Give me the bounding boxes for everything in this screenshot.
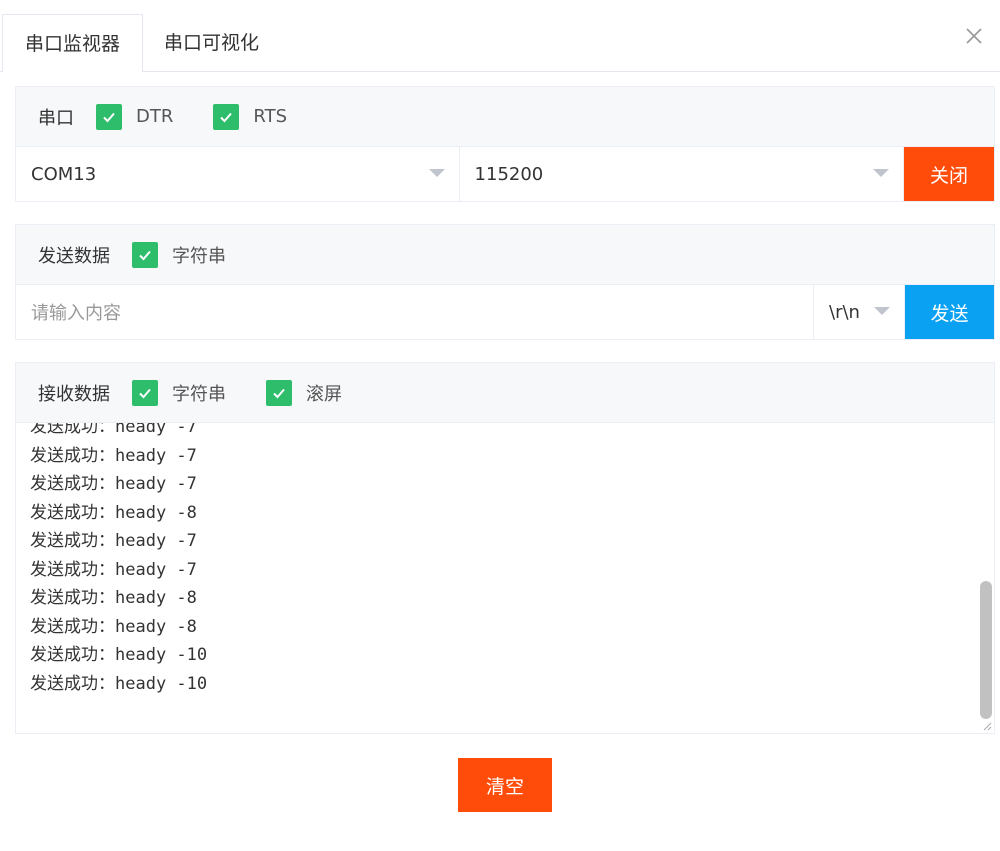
log-line-prefix: 发送成功： — [30, 423, 115, 437]
send-data-header: 发送数据 字符串 — [16, 225, 994, 285]
log-line: 发送成功：heady -7 — [30, 423, 207, 442]
log-line-prefix: 发送成功： — [30, 645, 115, 665]
tab-bar: 串口监视器 串口可视化 — [0, 0, 1000, 73]
check-icon — [266, 379, 292, 406]
log-line-prefix: 发送成功： — [30, 474, 115, 494]
dtr-checkbox[interactable]: DTR — [96, 103, 174, 130]
check-icon — [132, 241, 158, 268]
baud-rate-value: 115200 — [474, 163, 544, 185]
log-line-text: heady -8 — [115, 502, 197, 523]
auto-scroll-label: 滚屏 — [306, 383, 342, 405]
log-line-text: heady -10 — [115, 645, 208, 665]
log-line: 发送成功：heady -7 — [30, 442, 207, 471]
log-line: 发送成功：heady -10 — [30, 641, 207, 670]
log-line-text: heady -7 — [115, 474, 197, 494]
log-line-text: heady -10 — [115, 673, 208, 694]
receive-data-title: 接收数据 — [38, 383, 110, 405]
rts-label: RTS — [253, 106, 287, 127]
resize-handle-icon[interactable] — [982, 721, 992, 731]
log-line: 发送成功：heady -8 — [30, 584, 207, 613]
check-icon — [96, 103, 122, 130]
receive-log-content: 发送成功：heady -7 发送成功：heady -7 发送成功：heady -7 发… — [30, 423, 207, 698]
receive-data-header: 接收数据 字符串 滚屏 — [16, 363, 994, 423]
log-line-text: heady -7 — [115, 559, 197, 580]
caret-down-icon — [874, 307, 890, 315]
log-line: 发送成功：heady -8 — [30, 613, 207, 642]
send-input-placeholder: 请输入内容 — [31, 303, 121, 324]
scrollbar[interactable] — [980, 581, 992, 719]
tab-serial-monitor[interactable]: 串口监视器 — [2, 14, 144, 73]
receive-log[interactable]: 发送成功：heady -7 发送成功：heady -7 发送成功：heady -7 发… — [16, 423, 994, 733]
check-icon — [213, 103, 240, 130]
auto-scroll-checkbox[interactable]: 滚屏 — [266, 379, 342, 406]
port-select[interactable]: COM13 — [16, 147, 460, 201]
log-line-text: heady -7 — [115, 423, 197, 437]
log-line: 发送成功：heady -10 — [30, 670, 207, 699]
send-button[interactable]: 发送 — [905, 285, 994, 339]
receive-string-checkbox[interactable]: 字符串 — [132, 379, 226, 406]
log-line-text: heady -8 — [115, 616, 197, 637]
close-icon[interactable] — [962, 24, 986, 48]
log-line: 发送成功：heady -7 — [30, 470, 207, 499]
send-input[interactable]: 请输入内容 — [16, 285, 814, 339]
log-line-prefix: 发送成功： — [30, 445, 115, 466]
send-string-label: 字符串 — [172, 245, 226, 267]
dtr-label: DTR — [136, 106, 174, 127]
log-line-prefix: 发送成功： — [30, 531, 115, 551]
log-line-text: heady -7 — [115, 445, 197, 466]
caret-down-icon — [873, 169, 890, 177]
check-icon — [132, 379, 158, 406]
rts-checkbox[interactable]: RTS — [213, 103, 287, 130]
send-data-title: 发送数据 — [38, 245, 110, 267]
serial-port-title: 串口 — [38, 107, 74, 129]
log-line: 发送成功：heady -7 — [30, 556, 207, 585]
serial-port-controls: COM13 115200 关闭 — [16, 147, 994, 201]
log-line-prefix: 发送成功： — [30, 616, 115, 637]
send-string-checkbox[interactable]: 字符串 — [132, 241, 226, 268]
port-value: COM13 — [31, 163, 97, 185]
log-line-text: heady -8 — [115, 588, 197, 608]
log-line: 发送成功：heady -7 — [30, 527, 207, 556]
baud-rate-select[interactable]: 115200 — [459, 147, 905, 201]
tab-serial-visualization[interactable]: 串口可视化 — [142, 14, 281, 72]
serial-port-header: 串口 DTR RTS — [16, 87, 994, 147]
log-line: 发送成功：heady -8 — [30, 499, 207, 528]
clear-button[interactable]: 清空 — [458, 758, 552, 812]
send-data-controls: 请输入内容 \r\n 发送 — [16, 285, 994, 339]
log-line-text: heady -7 — [115, 531, 197, 551]
line-ending-select[interactable]: \r\n — [814, 285, 905, 339]
receive-string-label: 字符串 — [172, 383, 226, 405]
serial-port-panel: 串口 DTR RTS COM13 115200 关闭 — [15, 86, 995, 202]
log-line-prefix: 发送成功： — [30, 559, 115, 580]
close-port-button[interactable]: 关闭 — [904, 147, 994, 201]
caret-down-icon — [428, 169, 445, 177]
log-line-prefix: 发送成功： — [30, 502, 115, 523]
log-line-prefix: 发送成功： — [30, 673, 115, 694]
log-line-prefix: 发送成功： — [30, 588, 115, 608]
line-ending-value: \r\n — [829, 301, 860, 323]
receive-data-panel: 接收数据 字符串 滚屏 发送成功：heady -7 发送成功：heady -7 发送… — [15, 362, 995, 734]
send-data-panel: 发送数据 字符串 请输入内容 \r\n 发送 — [15, 224, 995, 340]
